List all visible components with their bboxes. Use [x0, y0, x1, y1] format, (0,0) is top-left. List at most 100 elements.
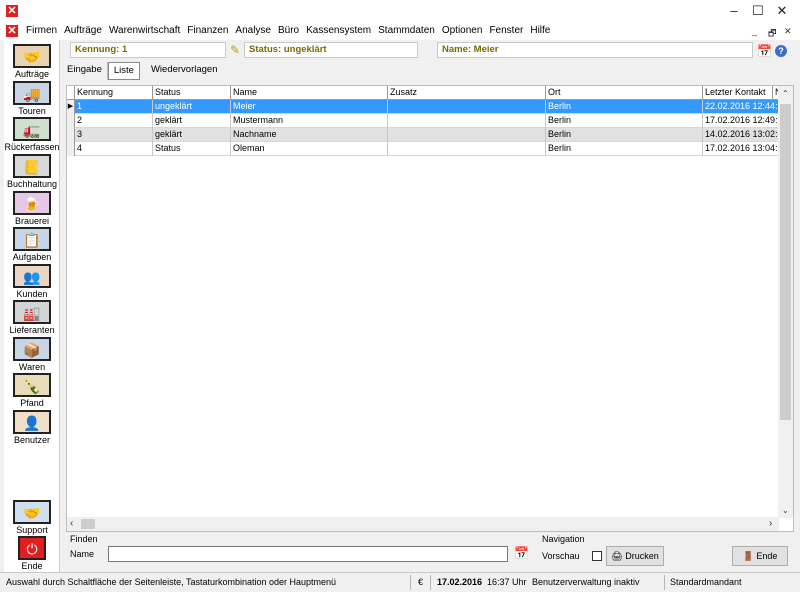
navigation-group-title: Navigation — [542, 534, 585, 544]
table-cell: 22.02.2016 12:44:1 — [703, 100, 781, 114]
help-icon[interactable]: ? — [775, 45, 787, 57]
sidebar-item-waren[interactable]: 📦 Waren — [4, 337, 60, 373]
print-button[interactable]: 🖨 Drucken — [606, 546, 664, 566]
preview-label: Vorschau — [542, 551, 580, 561]
sidebar-item-aufgaben[interactable]: 📋 Aufgaben — [4, 227, 60, 263]
sidebar-item-rueckerfassen[interactable]: 🚛 Rückerfassen — [4, 117, 60, 153]
name-field: Name: Meier — [437, 42, 753, 58]
column-header[interactable]: Zusatz — [388, 86, 546, 100]
sidebar-item-pfand[interactable]: 🍾 Pfand — [4, 373, 60, 409]
status-separator — [410, 575, 411, 590]
table-row[interactable]: ▶ 1 ungeklärt Meier Berlin 22.02.2016 12… — [67, 100, 781, 114]
sidebar-item-label: Waren — [18, 362, 46, 372]
minimize-icon[interactable]: – — [722, 3, 746, 19]
close-icon[interactable]: ✕ — [770, 3, 794, 19]
print-button-label: Drucken — [625, 551, 659, 561]
table-row[interactable]: 2 geklärt Mustermann Berlin 17.02.2016 1… — [67, 114, 781, 128]
sidebar-item-label: Aufträge — [14, 69, 50, 79]
menu-optionen[interactable]: Optionen — [442, 25, 483, 36]
menu-warenwirtschaft[interactable]: Warenwirtschaft — [109, 25, 180, 36]
end-button[interactable]: 🚪 Ende — [732, 546, 788, 566]
table-cell: Status — [153, 142, 231, 156]
menu-kassensystem[interactable]: Kassensystem — [306, 25, 371, 36]
mdi-app-icon[interactable]: ✕ — [6, 25, 18, 37]
row-indicator — [67, 128, 75, 142]
table-cell: 14.02.2016 13:02:2 — [703, 128, 781, 142]
menu-fenster[interactable]: Fenster — [489, 25, 523, 36]
table-row[interactable]: 3 geklärt Nachname Berlin 14.02.2016 13:… — [67, 128, 781, 142]
customers-icon: 👥 — [13, 264, 51, 288]
menu-analyse[interactable]: Analyse — [235, 25, 271, 36]
calendar-icon[interactable]: 📅 — [757, 44, 772, 58]
sidebar-item-ende[interactable]: ⏻ Ende — [4, 536, 60, 572]
calendar-search-icon[interactable]: 📅 — [514, 546, 529, 560]
suppliers-icon: 🏭 — [13, 300, 51, 324]
sidebar-item-support[interactable]: 🤝 Support — [4, 500, 60, 536]
handshake-icon: 🤝 — [13, 44, 51, 68]
column-header[interactable]: Name — [231, 86, 388, 100]
sidebar-item-brauerei[interactable]: 🍺 Brauerei — [4, 191, 60, 227]
menu-hilfe[interactable]: Hilfe — [530, 25, 550, 36]
horizontal-scroll-thumb[interactable] — [81, 519, 95, 529]
sidebar-item-auftraege[interactable]: 🤝 Aufträge — [4, 44, 60, 80]
column-header[interactable]: Kennung — [75, 86, 153, 100]
table-cell: 17.02.2016 12:49:1 — [703, 114, 781, 128]
sidebar-item-lieferanten[interactable]: 🏭 Lieferanten — [4, 300, 60, 336]
mdi-restore-icon[interactable]: 🗗 — [768, 26, 776, 42]
sidebar-item-label: Brauerei — [14, 216, 50, 226]
menu-stammdaten[interactable]: Stammdaten — [378, 25, 435, 36]
scroll-up-icon[interactable]: ⌃ — [782, 89, 789, 98]
scroll-right-icon[interactable]: › — [769, 518, 772, 529]
status-separator — [664, 575, 665, 590]
table-cell — [388, 128, 546, 142]
status-time: 16:37 Uhr — [487, 577, 527, 587]
deposit-icon: 🍾 — [13, 373, 51, 397]
sidebar-item-label: Aufgaben — [12, 252, 52, 262]
row-indicator — [67, 142, 75, 156]
scroll-left-icon[interactable]: ‹ — [70, 518, 73, 529]
table-row[interactable]: 4 Status Oleman Berlin 17.02.2016 13:04:… — [67, 142, 781, 156]
table-cell: 3 — [75, 128, 153, 142]
column-header[interactable]: Letzter Kontakt — [703, 86, 773, 100]
menu-buero[interactable]: Büro — [278, 25, 299, 36]
truck-icon: 🚚 — [13, 81, 51, 105]
currency-indicator: € — [418, 577, 424, 587]
table-cell: 1 — [75, 100, 153, 114]
find-group: Finden Name 📅 — [66, 534, 536, 568]
menu-auftraege[interactable]: Aufträge — [64, 25, 102, 36]
mdi-minimize-icon[interactable]: _ — [752, 26, 757, 36]
column-header[interactable]: Status — [153, 86, 231, 100]
status-separator — [430, 575, 431, 590]
grid-header: Kennung Status Name Zusatz Ort Letzter K… — [67, 86, 781, 100]
table-cell: Berlin — [546, 128, 703, 142]
name-search-input[interactable] — [108, 546, 508, 562]
preview-checkbox[interactable] — [592, 551, 602, 561]
vertical-scroll-thumb[interactable] — [780, 104, 791, 420]
sidebar-item-buchhaltung[interactable]: 📒 Buchhaltung — [4, 154, 60, 190]
tab-eingabe[interactable]: Eingabe — [62, 62, 108, 80]
tab-wiedervorlagen[interactable]: Wiedervorlagen — [146, 62, 223, 80]
sidebar-item-benutzer[interactable]: 👤 Benutzer — [4, 410, 60, 446]
vertical-scrollbar[interactable]: ⌃ ⌄ — [778, 86, 793, 518]
support-icon: 🤝 — [13, 500, 51, 524]
horizontal-scrollbar[interactable]: ‹ › — [67, 517, 779, 531]
pencil-icon: ✎ — [230, 43, 241, 57]
scroll-down-icon[interactable]: ⌄ — [782, 506, 789, 515]
table-cell: geklärt — [153, 114, 231, 128]
table-cell — [388, 114, 546, 128]
sidebar-item-touren[interactable]: 🚚 Touren — [4, 81, 60, 117]
table-cell: Berlin — [546, 100, 703, 114]
sidebar: 🤝 Aufträge 🚚 Touren 🚛 Rückerfassen 📒 Buc… — [4, 40, 60, 572]
menu-finanzen[interactable]: Finanzen — [187, 25, 228, 36]
status-date: 17.02.2016 — [437, 577, 483, 587]
tab-liste[interactable]: Liste — [107, 62, 140, 80]
table-cell: geklärt — [153, 128, 231, 142]
mdi-close-icon[interactable]: ✕ — [784, 26, 792, 37]
table-cell: Meier — [231, 100, 388, 114]
column-header[interactable]: Ort — [546, 86, 703, 100]
sidebar-item-label: Touren — [18, 106, 46, 116]
menu-firmen[interactable]: Firmen — [26, 25, 57, 36]
maximize-icon[interactable]: ☐ — [746, 3, 770, 19]
end-button-label: Ende — [756, 551, 778, 561]
sidebar-item-kunden[interactable]: 👥 Kunden — [4, 264, 60, 300]
